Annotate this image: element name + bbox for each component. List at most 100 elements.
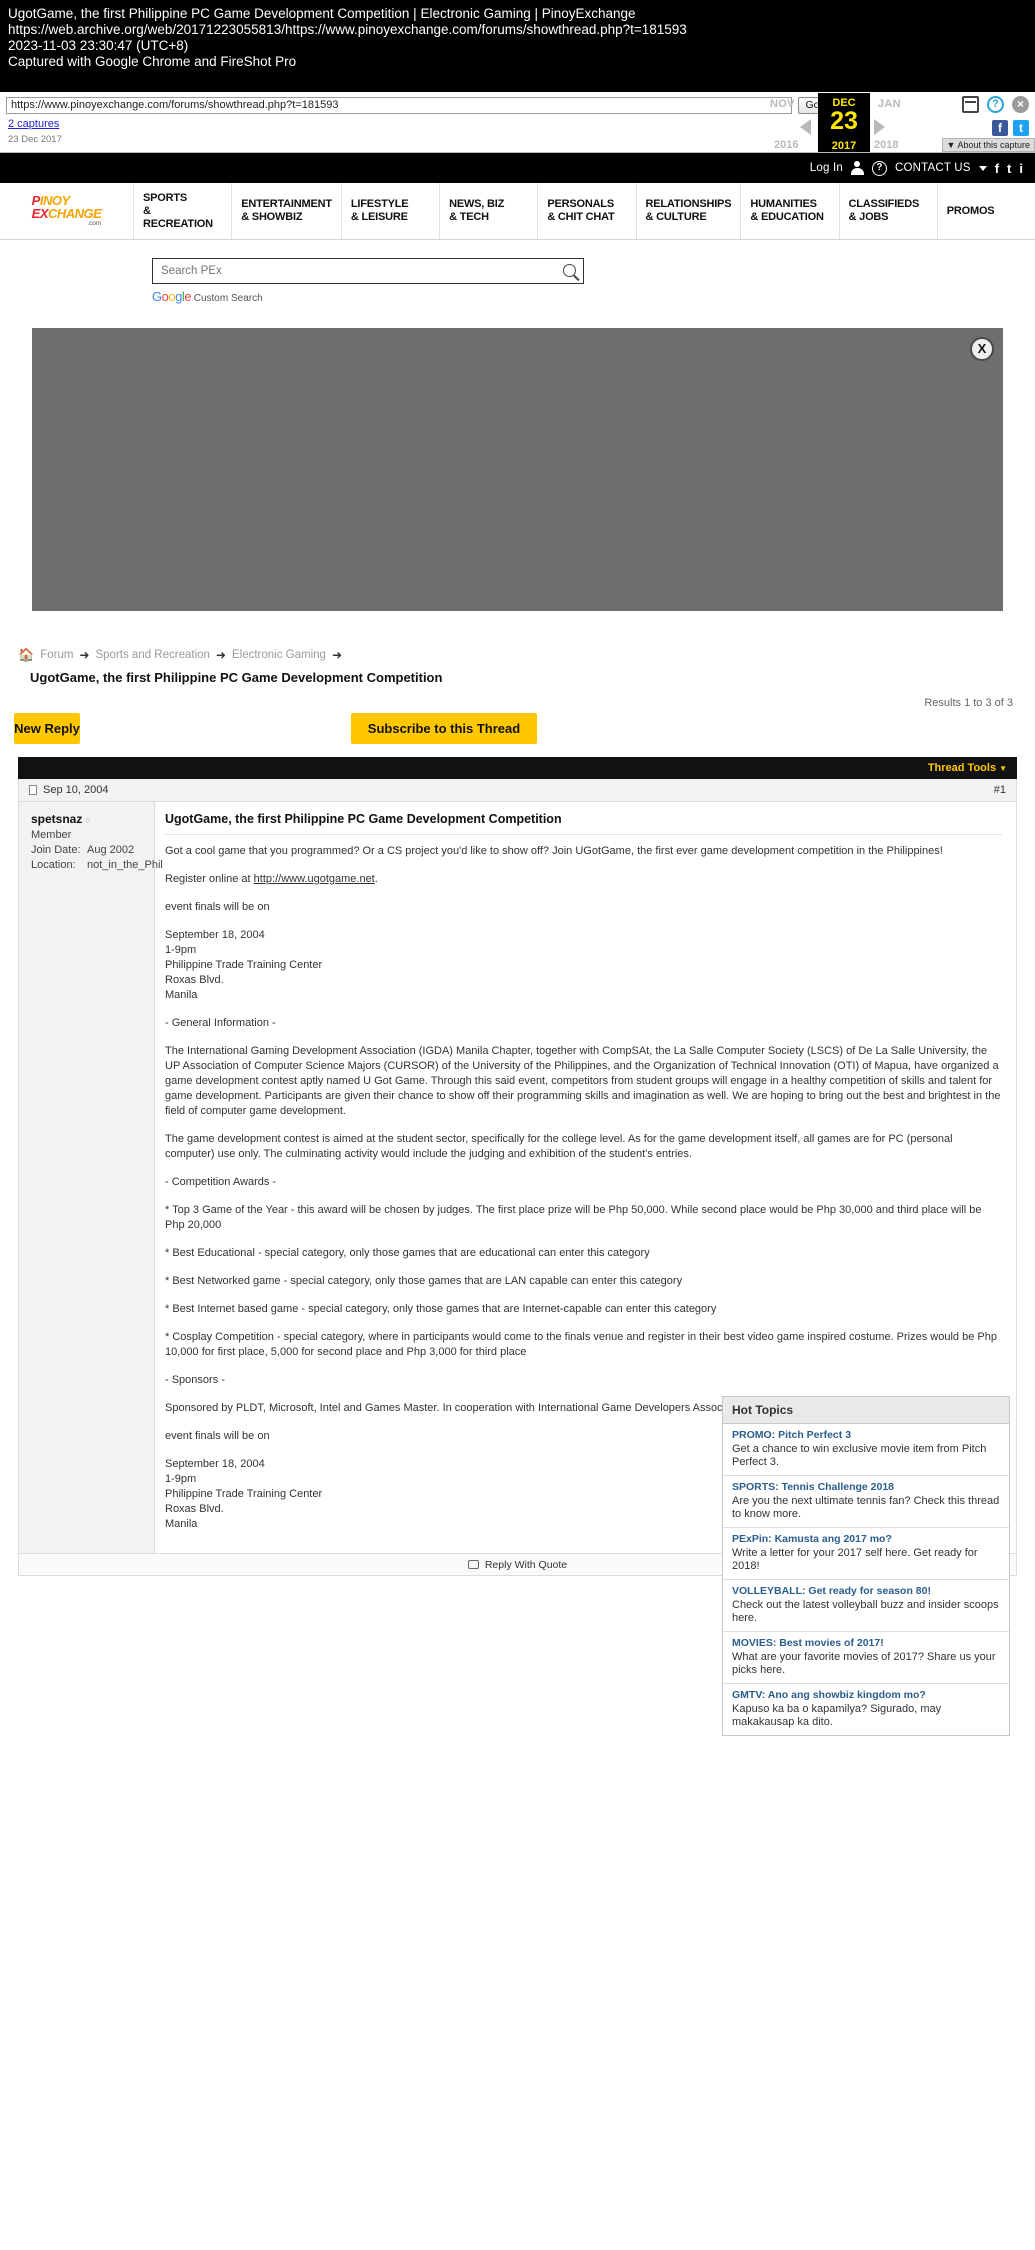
subscribe-to-thread-button[interactable]: Subscribe to this Thread	[351, 713, 537, 744]
login-link[interactable]: Log In	[810, 162, 843, 174]
post-paragraph: * Top 3 Game of the Year - this award wi…	[165, 1204, 982, 1231]
post-title: UgotGame, the first Philippine PC Game D…	[165, 812, 562, 826]
hot-topic-title[interactable]: SPORTS: Tennis Challenge 2018	[732, 1481, 1000, 1494]
thread-action-buttons: New Reply Subscribe to this Thread	[0, 713, 1035, 747]
nav-item-relationships[interactable]: RELATIONSHIPS & CULTURE	[637, 183, 742, 239]
breadcrumb-item-forum[interactable]: Forum	[40, 649, 73, 661]
custom-search-text: Custom Search	[193, 293, 263, 304]
wayback-current-capture[interactable]: DEC 23 2017	[818, 93, 870, 152]
pex-topbar: Log In ? CONTACT US f t i	[0, 153, 1035, 183]
post-user-title: Member	[31, 829, 72, 841]
post-paragraph: * Best Internet based game - special cat…	[165, 1303, 717, 1315]
breadcrumb-arrow-icon: ➜	[79, 648, 90, 662]
help-icon[interactable]: ?	[987, 96, 1004, 113]
nav-label-line2: & LEISURE	[350, 211, 408, 223]
nav-item-promos[interactable]: PROMOS	[938, 183, 1035, 239]
search-input[interactable]	[159, 264, 577, 278]
wayback-url-input[interactable]: https://www.pinoyexchange.com/forums/sho…	[6, 97, 792, 114]
chevron-down-icon[interactable]	[978, 165, 987, 171]
hot-topic-title[interactable]: PROMO: Pitch Perfect 3	[732, 1429, 1000, 1442]
hot-topic-item[interactable]: MOVIES: Best movies of 2017! What are yo…	[723, 1632, 1009, 1684]
advertisement-banner: X	[32, 328, 1003, 611]
new-reply-button[interactable]: New Reply	[14, 713, 80, 744]
wayback-next-arrow-icon[interactable]	[874, 119, 885, 135]
pinoyexchange-logo[interactable]: PINOY EXCHANGE .com	[0, 183, 134, 239]
post-number[interactable]: #1	[994, 784, 1006, 796]
hot-topic-title[interactable]: GMTV: Ano ang showbiz kingdom mo?	[732, 1689, 1000, 1702]
wayback-social-row: f t	[921, 120, 1029, 136]
post-paragraph: * Best Educational - special category, o…	[165, 1247, 650, 1259]
hot-topic-item[interactable]: SPORTS: Tennis Challenge 2018 Are you th…	[723, 1476, 1009, 1528]
thread-tools-label: Thread Tools	[927, 762, 997, 774]
chevron-down-icon: ▼	[999, 763, 1007, 773]
location-value: not_in_the_Phil	[87, 859, 163, 871]
wayback-captures-link[interactable]: 2 captures	[8, 118, 62, 130]
help-question-icon[interactable]: ?	[871, 160, 887, 176]
wayback-capture-date: 23 Dec 2017	[8, 134, 62, 145]
hot-topic-item[interactable]: GMTV: Ano ang showbiz kingdom mo? Kapuso…	[723, 1684, 1009, 1735]
breadcrumb-item-sports-and-recreation[interactable]: Sports and Recreation	[95, 649, 209, 661]
logo-line-2: EXCHANGE	[32, 207, 102, 220]
wayback-calendar: NOV JAN DEC 23 2017 2016 2018	[770, 93, 910, 152]
ugotgame-link[interactable]: http://www.ugotgame.net	[254, 873, 375, 885]
ad-close-icon[interactable]: X	[970, 337, 994, 361]
fireshot-header: UgotGame, the first Philippine PC Game D…	[0, 0, 1035, 92]
wayback-month-prev[interactable]: NOV	[770, 98, 795, 110]
nav-label-line2: & CHIT CHAT	[547, 211, 615, 223]
thread-tools-bar[interactable]: Thread Tools ▼	[18, 757, 1017, 779]
user-avatar-icon[interactable]	[850, 161, 864, 175]
nav-label-line1: RELATIONSHIPS	[645, 198, 732, 210]
wayback-month-next[interactable]: JAN	[878, 98, 901, 110]
hot-topic-desc: What are your favorite movies of 2017? S…	[732, 1651, 996, 1676]
hot-topic-desc: Check out the latest volleyball buzz and…	[732, 1599, 999, 1624]
wayback-prev-arrow-icon[interactable]	[800, 119, 811, 135]
post-paragraph: September 18, 2004 1-9pm Philippine Trad…	[165, 929, 323, 1001]
nav-item-lifestyle[interactable]: LIFESTYLE & LEISURE	[342, 183, 441, 239]
nav-label-line2: & CULTURE	[645, 211, 707, 223]
close-icon[interactable]: ×	[1012, 96, 1029, 113]
home-icon[interactable]: 🏠	[18, 647, 34, 663]
hot-topic-item[interactable]: PExPin: Kamusta ang 2017 mo? Write a let…	[723, 1528, 1009, 1580]
nav-item-humanities[interactable]: HUMANITIES & EDUCATION	[741, 183, 840, 239]
nav-item-classifieds[interactable]: CLASSIFIEDS & JOBS	[840, 183, 938, 239]
book-icon[interactable]	[962, 96, 979, 113]
twitter-icon[interactable]: t	[1013, 120, 1029, 136]
logo-ex: EX	[31, 206, 49, 221]
twitter-icon[interactable]: t	[1007, 161, 1011, 176]
wayback-day-current: 23	[830, 107, 858, 135]
breadcrumb-item-electronic-gaming[interactable]: Electronic Gaming	[232, 649, 326, 661]
nav-item-entertainment[interactable]: ENTERTAINMENT & SHOWBIZ	[232, 183, 342, 239]
breadcrumb-arrow-icon: ➜	[331, 648, 343, 662]
post-username[interactable]: spetsnaz	[31, 812, 82, 826]
reply-with-quote-label: Reply With Quote	[484, 1558, 568, 1571]
wayback-year-next[interactable]: 2018	[874, 139, 898, 151]
wayback-year-current: 2017	[831, 140, 857, 152]
hot-topic-title[interactable]: PExPin: Kamusta ang 2017 mo?	[732, 1533, 1000, 1546]
post-header: Sep 10, 2004 #1	[19, 779, 1016, 802]
nav-item-sports[interactable]: SPORTS & RECREATION	[134, 183, 233, 239]
nav-label-line1: ENTERTAINMENT	[241, 198, 332, 210]
location-label: Location:	[31, 859, 76, 871]
facebook-icon[interactable]: f	[992, 120, 1008, 136]
hot-topic-title[interactable]: MOVIES: Best movies of 2017!	[732, 1637, 1000, 1650]
hot-topic-title[interactable]: VOLLEYBALL: Get ready for season 80!	[732, 1585, 1000, 1598]
instagram-icon[interactable]: i	[1019, 161, 1023, 176]
hot-topic-item[interactable]: PROMO: Pitch Perfect 3 Get a chance to w…	[723, 1424, 1009, 1476]
search-box[interactable]	[152, 258, 584, 284]
page-title: UgotGame, the first Philippine PC Game D…	[30, 670, 443, 685]
hot-topics-heading: Hot Topics	[723, 1397, 1009, 1424]
about-this-capture-button[interactable]: ▼ About this capture	[941, 138, 1035, 152]
search-icon[interactable]	[563, 264, 576, 277]
wayback-captures-block: 2 captures 23 Dec 2017	[8, 118, 62, 145]
post-date: Sep 10, 2004	[43, 784, 109, 796]
post-page-icon	[29, 785, 37, 795]
contact-us-link[interactable]: CONTACT US	[895, 162, 971, 174]
wayback-year-prev[interactable]: 2016	[774, 139, 798, 151]
fireshot-timestamp: 2023-11-03 23:30:47 (UTC+8)	[8, 38, 189, 53]
nav-item-news-biz-tech[interactable]: NEWS, BIZ & TECH	[440, 183, 539, 239]
google-custom-search-label: Google Custom Search	[152, 289, 584, 304]
hot-topic-item[interactable]: VOLLEYBALL: Get ready for season 80! Che…	[723, 1580, 1009, 1632]
post-paragraph: - Sponsors -	[165, 1374, 225, 1386]
facebook-icon[interactable]: f	[995, 161, 999, 176]
nav-item-personals[interactable]: PERSONALS & CHIT CHAT	[538, 183, 637, 239]
